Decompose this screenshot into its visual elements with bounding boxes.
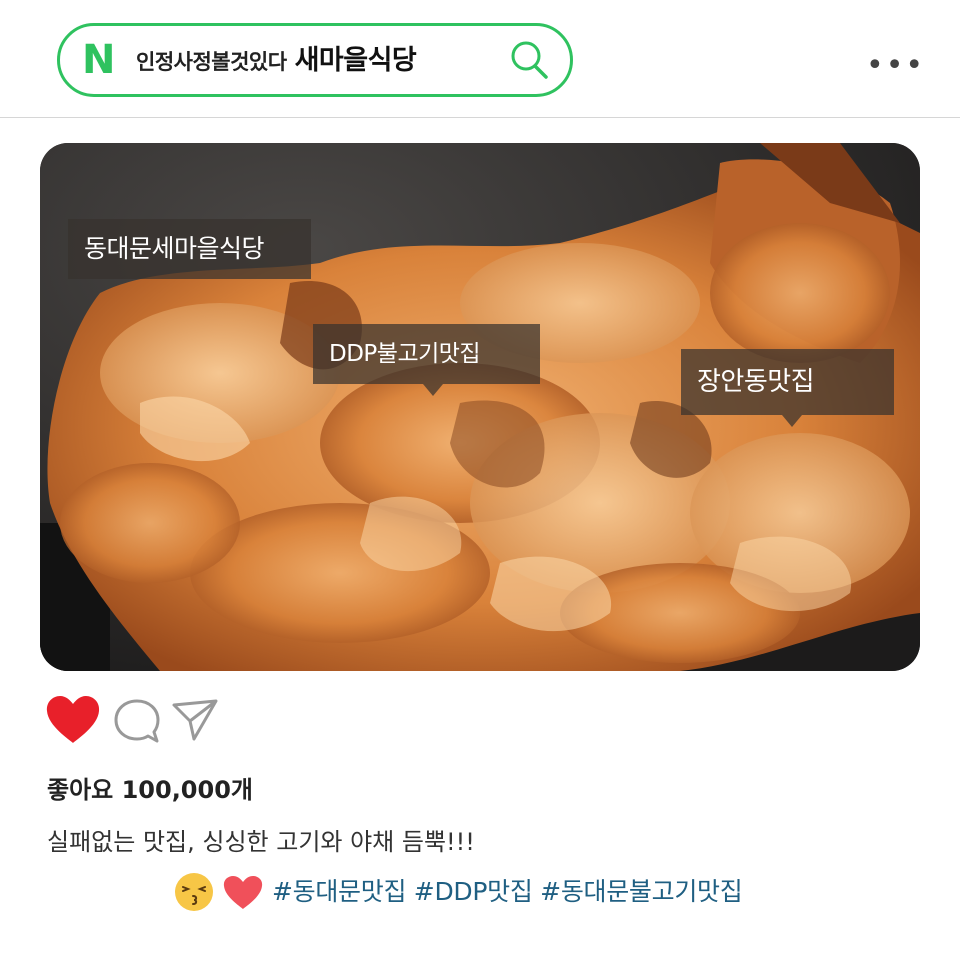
top-bar: N 인정사정볼것있다 새마을식당 •••: [0, 0, 960, 118]
photo-tag-3[interactable]: 장안동맛집: [681, 349, 894, 415]
likes-count: 좋아요 100,000개: [47, 776, 253, 804]
tag-pointer: [782, 415, 802, 427]
comment-icon[interactable]: [112, 697, 162, 745]
heart-icon[interactable]: [44, 695, 102, 745]
share-icon[interactable]: [170, 697, 220, 743]
naver-logo: N: [82, 37, 116, 83]
post-caption: 실패없는 맛집, 싱싱한 고기와 야채 듬뿍!!!: [47, 828, 475, 856]
search-query-main: 새마을식당: [294, 45, 417, 76]
header-divider: [0, 117, 960, 118]
more-icon[interactable]: •••: [866, 51, 923, 81]
search-icon[interactable]: [508, 38, 552, 82]
photo-tag-2[interactable]: DDP불고기맛집: [313, 324, 540, 384]
tag-pointer: [423, 384, 443, 396]
post-actions: [44, 695, 244, 747]
search-bar[interactable]: N 인정사정볼것있다 새마을식당: [57, 23, 573, 97]
search-query-prefix: 인정사정볼것있다: [136, 50, 287, 74]
small-heart-icon: [223, 876, 263, 909]
hashtags[interactable]: #동대문맛집 #DDP맛집 #동대문불고기맛집: [272, 870, 743, 914]
search-query[interactable]: 인정사정볼것있다 새마을식당: [136, 44, 417, 78]
post-photo[interactable]: 동대문세마을식당 DDP불고기맛집 장안동맛집: [40, 143, 920, 671]
kiss-emoji-icon: [175, 873, 213, 911]
photo-tag-1[interactable]: 동대문세마을식당: [68, 219, 311, 279]
